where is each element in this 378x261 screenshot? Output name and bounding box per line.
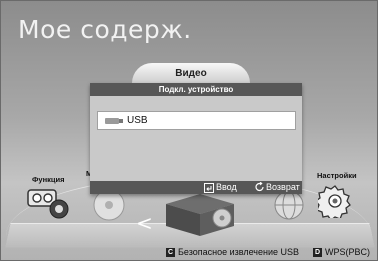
back-button[interactable]: Возврат (266, 182, 300, 192)
safe-remove-usb-label: Безопасное извлечение USB (178, 247, 299, 257)
connected-device-dialog: Подкл. устройство USB Ввод Возврат (90, 83, 302, 194)
safe-remove-usb-hint[interactable]: C Безопасное извлечение USB (166, 247, 299, 257)
device-item-usb[interactable]: USB (97, 111, 296, 130)
page-title: Мое содерж. (18, 15, 192, 44)
scroll-left-arrow[interactable]: < (136, 211, 153, 235)
d-key-badge: D (313, 248, 322, 257)
category-tab-video[interactable]: Видео (132, 63, 250, 83)
device-label: USB (127, 115, 148, 126)
settings-label: Настройки (317, 171, 357, 180)
wps-label: WPS(PBC) (325, 247, 370, 257)
dialog-title: Подкл. устройство (90, 83, 302, 96)
enter-button[interactable]: Ввод (216, 182, 237, 192)
gear-icon[interactable] (315, 184, 352, 221)
return-arrow-icon (255, 181, 265, 194)
dialog-footer: Ввод Возврат (90, 181, 302, 194)
my-content-box-icon[interactable] (160, 190, 240, 238)
c-key-badge: C (166, 248, 175, 257)
enter-icon (204, 183, 214, 195)
wps-hint[interactable]: D WPS(PBC) (313, 247, 370, 257)
function-icon[interactable] (26, 182, 70, 220)
usb-drive-icon (105, 118, 123, 124)
